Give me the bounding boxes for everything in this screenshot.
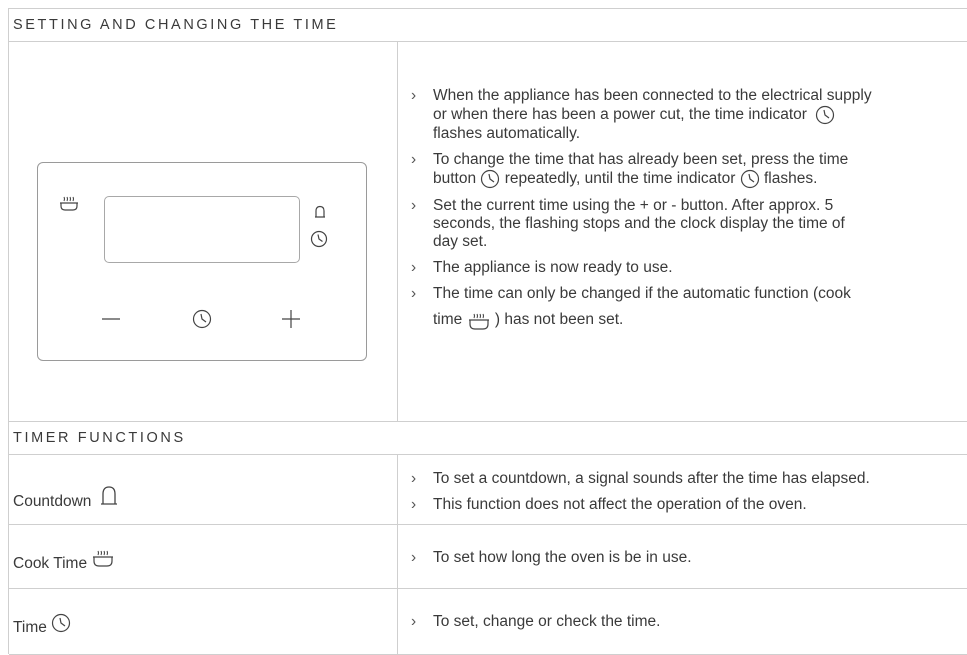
cook-time-icon <box>468 313 489 330</box>
description-list: › To set how long the oven is be in use. <box>399 549 959 567</box>
section-header-timer-functions: TIMER FUNCTIONS <box>9 422 967 455</box>
list-item: › Set the current time using the + or - … <box>411 197 845 250</box>
instruction-table: SETTING AND CHANGING THE TIME › When the… <box>8 8 967 655</box>
control-panel-cell <box>9 42 398 421</box>
display-screen <box>104 196 300 263</box>
clock-icon <box>481 169 500 189</box>
list-item: › To change the time that has already be… <box>411 151 849 189</box>
bell-icon <box>315 205 325 218</box>
bell-icon <box>100 486 117 505</box>
list-item: › To set how long the oven is be in use. <box>411 549 692 566</box>
description-list: › To set a countdown, a signal sounds af… <box>399 470 959 514</box>
section-title: SETTING AND CHANGING THE TIME <box>13 17 339 33</box>
minus-button[interactable] <box>102 317 120 321</box>
plus-button[interactable] <box>282 310 300 328</box>
row-label: Cook Time <box>13 550 115 573</box>
instructions-cell: › When the appliance has been connected … <box>399 42 967 421</box>
clock-icon <box>740 169 759 189</box>
list-item: › To set, change or check the time. <box>411 613 661 630</box>
row-label: Time <box>13 613 71 637</box>
section-title: TIMER FUNCTIONS <box>13 430 186 446</box>
list-item: › This function does not affect the oper… <box>411 496 807 513</box>
row-label: Countdown <box>13 486 118 511</box>
table-row: Cook Time › To set how long the oven is … <box>9 525 967 589</box>
table-row: Time › To set, change or check the time. <box>9 589 967 655</box>
time-button[interactable] <box>192 309 212 329</box>
instruction-list: › When the appliance has been connected … <box>399 87 959 332</box>
clock-icon <box>310 230 328 248</box>
list-item: › The time can only be changed if the au… <box>399 285 959 332</box>
setting-time-row: › When the appliance has been connected … <box>9 42 967 422</box>
clock-icon <box>52 613 71 633</box>
cook-time-icon <box>93 550 114 567</box>
list-item: › To set a countdown, a signal sounds af… <box>411 470 870 487</box>
list-item: › The appliance is now ready to use. <box>411 259 673 276</box>
list-item: › When the appliance has been connected … <box>411 87 872 142</box>
section-header-setting-time: SETTING AND CHANGING THE TIME <box>9 9 967 42</box>
cook-time-icon <box>60 196 78 211</box>
control-panel-illustration <box>37 162 367 361</box>
clock-icon <box>816 105 835 125</box>
description-list: › To set, change or check the time. <box>399 613 959 631</box>
table-row: Countdown › To set a countdown, a signal… <box>9 455 967 525</box>
